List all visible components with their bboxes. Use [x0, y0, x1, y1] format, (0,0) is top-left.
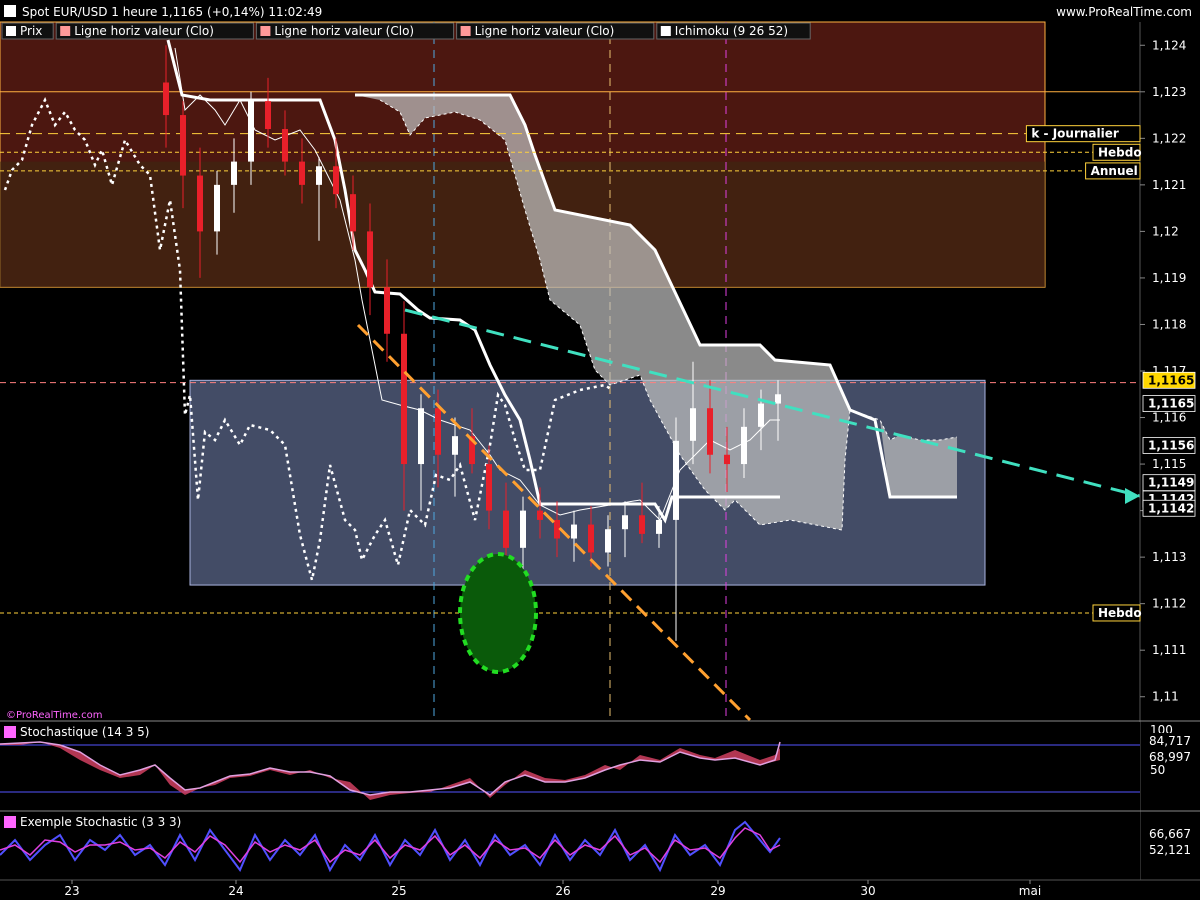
- price-tick-label: 1,112: [1152, 597, 1186, 611]
- header-site[interactable]: www.ProRealTime.com: [1056, 5, 1192, 19]
- candle-body: [248, 101, 254, 162]
- level-label-3: Annuel: [1091, 164, 1138, 178]
- legend-label-5: Ichimoku (9 26 52): [675, 24, 788, 38]
- price-badge-1: 1,1165: [1148, 373, 1194, 387]
- candle-body: [384, 287, 390, 334]
- candle-body: [690, 408, 696, 441]
- price-badge-4: 1,1149: [1148, 476, 1194, 490]
- legend-label-3: Ligne horiz valeur (Clo): [274, 24, 414, 38]
- time-tick-label: 29: [710, 884, 725, 898]
- example-stochastic-panel[interactable]: Exemple Stochastic (3 3 3) 66,667 52,121: [0, 810, 1200, 880]
- legend-label-4: Ligne horiz valeur (Clo): [475, 24, 615, 38]
- price-tick-label: 1,116: [1152, 411, 1186, 425]
- example-value-2: 52,121: [1149, 843, 1191, 857]
- stochastic-background: [0, 722, 1140, 812]
- candle-body: [401, 333, 407, 465]
- header-symbol-icon: [4, 5, 16, 17]
- time-tick-label: 25: [391, 884, 406, 898]
- level-label-4: Hebdo: [1098, 606, 1142, 620]
- candle-body: [316, 166, 322, 185]
- legend-swatch-icon: [260, 26, 271, 36]
- candle-body: [435, 408, 441, 455]
- time-tick-label: 26: [555, 884, 570, 898]
- stochastic-scale-50: 50: [1150, 763, 1165, 777]
- level-label-2: Hebdo: [1098, 145, 1142, 159]
- price-tick-label: 1,124: [1152, 38, 1186, 52]
- price-tick-label: 1,119: [1152, 271, 1186, 285]
- legend-swatch-icon: [660, 26, 671, 36]
- legend-swatch-icon: [60, 26, 71, 36]
- candle-body: [197, 175, 203, 232]
- watermark: ©ProRealTime.com: [6, 710, 102, 721]
- time-tick-label: 24: [228, 884, 243, 898]
- price-tick-label: 1,113: [1152, 550, 1186, 564]
- highlight-ellipse[interactable]: [458, 552, 538, 674]
- price-tick-label: 1,12: [1152, 224, 1179, 238]
- header-bar: Spot EUR/USD 1 heure 1,1165 (+0,14%) 11:…: [0, 0, 1200, 22]
- time-axis[interactable]: 23 24 25 26 29 30 mai: [0, 879, 1200, 900]
- candle-body: [163, 82, 169, 116]
- price-tick-label: 1,111: [1152, 643, 1186, 657]
- example-value-1: 66,667: [1149, 827, 1191, 841]
- candle-body: [758, 403, 764, 427]
- price-badge-3: 1,1156: [1148, 438, 1194, 452]
- stochastic-title: Stochastique (14 3 5): [20, 725, 149, 739]
- candle-body: [622, 515, 628, 530]
- legend-swatch-icon: [460, 26, 471, 36]
- candle-body: [265, 101, 271, 130]
- example-title: Exemple Stochastic (3 3 3): [20, 815, 181, 829]
- chart-stage: Spot EUR/USD 1 heure 1,1165 (+0,14%) 11:…: [0, 0, 1200, 900]
- candle-body: [367, 231, 373, 288]
- stochastic-value-1: 84,717: [1149, 734, 1191, 748]
- candle-body: [588, 524, 594, 553]
- time-tick-label: 23: [64, 884, 79, 898]
- stochastic-panel[interactable]: Stochastique (14 3 5) 100 50 84,717 68,9…: [0, 720, 1200, 812]
- price-tick-label: 1,118: [1152, 317, 1186, 331]
- price-tick-label: 1,122: [1152, 131, 1186, 145]
- legend-label-2: Ligne horiz valeur (Clo): [74, 24, 214, 38]
- candle-body: [724, 454, 730, 465]
- candle-body: [520, 510, 526, 548]
- stochastic-title-icon: [4, 726, 16, 738]
- candle-body: [350, 194, 356, 232]
- time-tick-label: 30: [860, 884, 875, 898]
- header-title: Spot EUR/USD 1 heure 1,1165 (+0,14%) 11:…: [22, 5, 322, 19]
- candle-body: [605, 529, 611, 553]
- legend-swatch-icon: [6, 26, 16, 36]
- price-badge-6: 1,1142: [1148, 501, 1194, 515]
- time-tick-label: mai: [1019, 884, 1041, 898]
- candle-body: [741, 426, 747, 465]
- stochastic-value-2: 68,997: [1149, 750, 1191, 764]
- price-badge-2: 1,1165: [1148, 397, 1194, 411]
- candle-body: [452, 436, 458, 455]
- candle-body: [214, 184, 220, 232]
- level-label-1: k - Journalier: [1031, 127, 1118, 141]
- candle-body: [299, 161, 305, 185]
- candle-body: [707, 408, 713, 455]
- price-tick-label: 1,11: [1152, 690, 1179, 704]
- consolidation-zone: [189, 379, 986, 586]
- price-tick-label: 1,121: [1152, 178, 1186, 192]
- example-title-icon: [4, 816, 16, 828]
- candle-body: [418, 408, 424, 465]
- price-panel[interactable]: ©ProRealTime.com: [0, 21, 1141, 722]
- price-tick-label: 1,115: [1152, 457, 1186, 471]
- candle-body: [673, 440, 679, 520]
- candle-body: [282, 129, 288, 162]
- legend: Prix Ligne horiz valeur (Clo) Ligne horiz …: [1, 22, 811, 40]
- candle-body: [503, 510, 509, 548]
- candle-body: [231, 161, 237, 185]
- candle-body: [537, 510, 543, 520]
- candle-body: [639, 515, 645, 534]
- price-tick-label: 1,123: [1152, 85, 1186, 99]
- candle-body: [180, 115, 186, 176]
- candle-body: [571, 524, 577, 539]
- candle-body: [486, 464, 492, 511]
- candle-body: [333, 166, 339, 195]
- legend-label-1: Prix: [20, 24, 42, 38]
- candle-body: [656, 519, 662, 534]
- candle-body: [775, 394, 781, 404]
